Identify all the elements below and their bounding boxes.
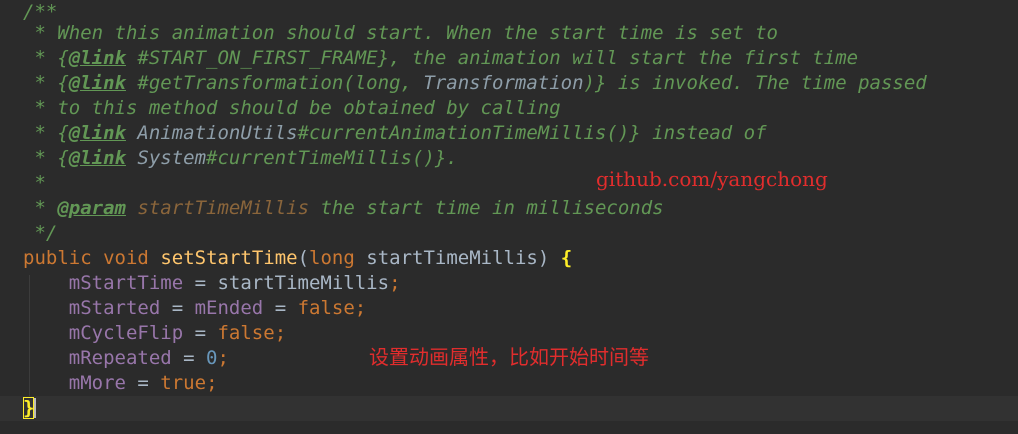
code-line-3: * {@link #START_ON_FIRST_FRAME}, the ani… bbox=[23, 47, 859, 69]
code-line-16: mMore = true; bbox=[68, 372, 218, 394]
doc-type-ref[interactable]: AnimationUtils bbox=[126, 122, 297, 144]
code-line-11: public void setStartTime(long startTimeM… bbox=[23, 247, 573, 269]
code-line-8: * bbox=[23, 172, 46, 194]
doc-comment-close: */ bbox=[23, 222, 58, 244]
code-line-2: * When this animation should start. When… bbox=[0, 21, 1018, 46]
open-brace: { bbox=[560, 247, 573, 269]
code-line-12: mStartTime = startTimeMillis; bbox=[68, 272, 401, 294]
keyword-public: public bbox=[23, 247, 92, 269]
doc-type-ref[interactable]: Transformation bbox=[423, 72, 583, 94]
field-mCycleFlip[interactable]: mCycleFlip bbox=[69, 322, 183, 344]
code-line-5: * to this method should be obtained by c… bbox=[0, 96, 1018, 121]
code-line-6: * {@link AnimationUtils#currentAnimation… bbox=[23, 122, 767, 144]
doc-link-tag[interactable]: @link bbox=[69, 122, 126, 144]
field-mEnded[interactable]: mEnded bbox=[195, 297, 264, 319]
doc-comment-text: * to this method should be obtained by c… bbox=[23, 97, 561, 119]
doc-link-target: #START_ON_FIRST_FRAME bbox=[125, 47, 378, 69]
code-editor[interactable]: /** * When this animation should start. … bbox=[0, 0, 1018, 434]
field-mStartTime[interactable]: mStartTime bbox=[69, 272, 183, 294]
doc-link-tag[interactable]: @link bbox=[69, 47, 126, 69]
annotation-note: 设置动画属性，比如开始时间等 bbox=[369, 345, 649, 369]
keyword-false: false bbox=[217, 322, 275, 344]
doc-param-tag: @param bbox=[57, 197, 126, 219]
keyword-long: long bbox=[309, 247, 355, 269]
code-line-4: * {@link #getTransformation(long, Transf… bbox=[23, 72, 927, 94]
field-mMore[interactable]: mMore bbox=[69, 372, 126, 394]
close-brace: } bbox=[23, 397, 35, 419]
method-parameter: startTimeMillis) bbox=[354, 247, 561, 269]
code-line-13: mStarted = mEnded = false; bbox=[68, 297, 367, 319]
keyword-true: true bbox=[160, 372, 207, 394]
doc-comment-text: * When this animation should start. When… bbox=[23, 22, 778, 44]
number-literal: 0 bbox=[206, 347, 218, 369]
method-name[interactable]: setStartTime bbox=[160, 247, 297, 269]
doc-link-tag[interactable]: @link bbox=[69, 147, 126, 169]
text-caret bbox=[34, 398, 37, 418]
code-line-9: * @param startTimeMillis the start time … bbox=[23, 197, 664, 219]
code-line-17-current[interactable]: } bbox=[0, 396, 1018, 421]
code-line-10: */ bbox=[0, 221, 1018, 246]
doc-param-name: startTimeMillis bbox=[137, 197, 310, 219]
field-mRepeated[interactable]: mRepeated bbox=[69, 347, 172, 369]
code-line-7: * {@link System#currentTimeMillis()}. bbox=[23, 147, 458, 169]
keyword-false: false bbox=[297, 297, 355, 319]
watermark-text: github.com/yangchong bbox=[596, 167, 828, 191]
doc-link-tag[interactable]: @link bbox=[69, 72, 126, 94]
keyword-void: void bbox=[103, 247, 149, 269]
field-mStarted[interactable]: mStarted bbox=[69, 297, 161, 319]
doc-type-ref[interactable]: System bbox=[126, 147, 206, 169]
